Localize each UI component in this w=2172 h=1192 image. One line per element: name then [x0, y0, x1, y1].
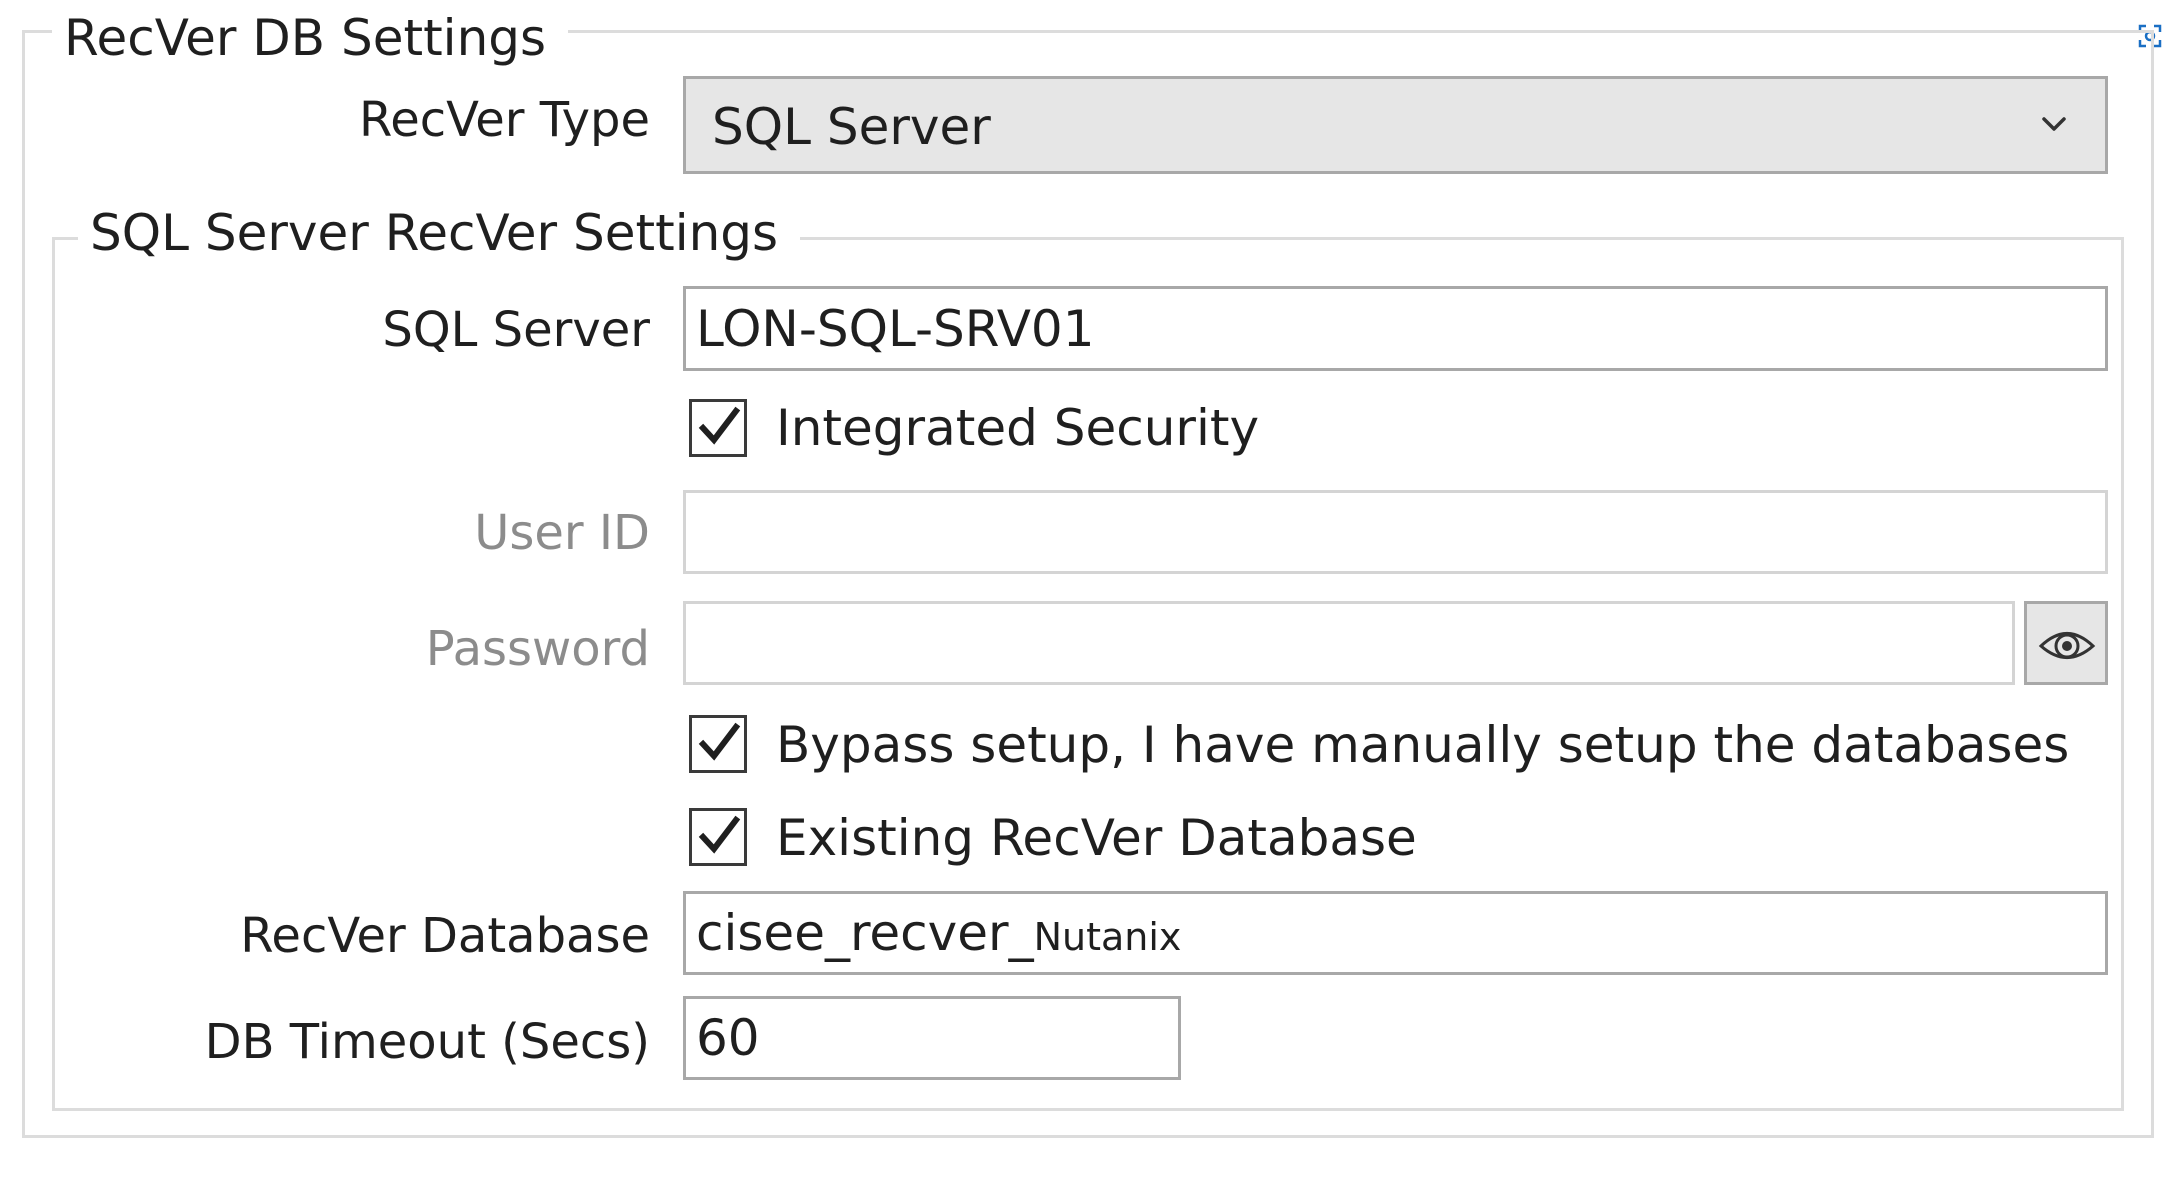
integrated-security-checkbox[interactable]: [689, 399, 747, 457]
chevron-down-icon: [2037, 107, 2071, 141]
recver-type-value: SQL Server: [712, 98, 991, 156]
db-timeout-input[interactable]: [683, 996, 1181, 1080]
sql-server-recver-settings-title: SQL Server RecVer Settings: [78, 203, 801, 263]
integrated-security-label: Integrated Security: [776, 399, 1260, 457]
db-timeout-label: DB Timeout (Secs): [204, 1014, 650, 1070]
bypass-setup-label: Bypass setup, I have manually setup the …: [776, 716, 2070, 774]
recver-type-dropdown[interactable]: SQL Server: [683, 76, 2108, 174]
show-password-button[interactable]: [2024, 601, 2108, 685]
user-id-input[interactable]: [683, 490, 2108, 574]
bypass-setup-checkbox[interactable]: [689, 715, 747, 773]
recver-database-input[interactable]: cisee_recver_Nutanix: [683, 891, 2108, 975]
sql-server-label: SQL Server: [382, 302, 650, 358]
recver-database-label: RecVer Database: [240, 908, 650, 964]
password-input[interactable]: [683, 601, 2015, 685]
recver-type-label: RecVer Type: [359, 92, 650, 148]
user-id-label: User ID: [474, 505, 650, 561]
recver-database-suffix: Nutanix: [1033, 915, 1182, 959]
existing-database-label: Existing RecVer Database: [776, 809, 1417, 867]
recver-database-value: cisee_recver_: [696, 904, 1034, 962]
password-label: Password: [425, 621, 650, 677]
sql-server-input[interactable]: [683, 286, 2108, 371]
existing-database-checkbox[interactable]: [689, 808, 747, 866]
recver-db-settings-title: RecVer DB Settings: [52, 8, 569, 68]
